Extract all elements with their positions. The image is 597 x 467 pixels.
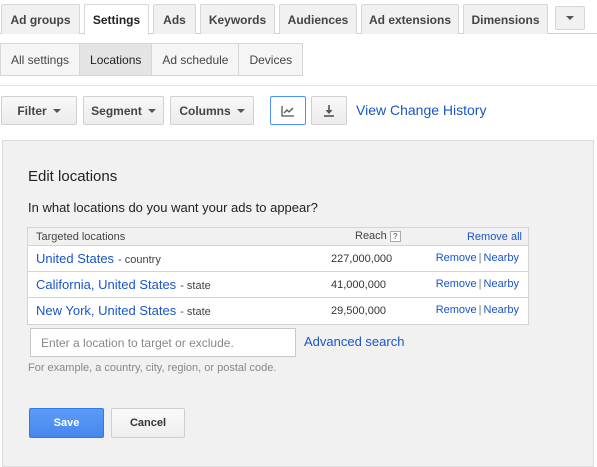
- segment-label: Segment: [91, 103, 142, 118]
- tab-ad-extensions[interactable]: Ad extensions: [361, 4, 459, 34]
- location-search-input[interactable]: [30, 328, 296, 357]
- nearby-link[interactable]: Nearby: [484, 252, 519, 264]
- targeted-locations-header: Targeted locations: [36, 231, 126, 243]
- location-type: - country: [118, 254, 161, 266]
- separator: |: [478, 252, 482, 264]
- settings-subtab-bar: All settings Locations Ad schedule Devic…: [0, 43, 304, 76]
- row-actions: Remove | Nearby: [436, 252, 519, 264]
- reach-header-label: Reach: [355, 230, 387, 242]
- table-row: New York, United States - state 29,500,00…: [28, 298, 528, 324]
- location-type: - state: [180, 306, 211, 318]
- tab-ads[interactable]: Ads: [153, 4, 196, 34]
- segment-button[interactable]: Segment: [83, 96, 164, 125]
- table-row: California, United States - state 41,000,…: [28, 272, 528, 298]
- toggle-graph-button[interactable]: [270, 96, 306, 125]
- advanced-search-link[interactable]: Advanced search: [304, 334, 404, 349]
- tab-settings[interactable]: Settings: [84, 4, 149, 35]
- reach-value: 41,000,000: [331, 279, 387, 291]
- more-tabs-dropdown[interactable]: [555, 6, 585, 30]
- separator: |: [478, 278, 482, 290]
- columns-button[interactable]: Columns: [170, 96, 254, 125]
- nearby-link[interactable]: Nearby: [484, 304, 519, 316]
- location-link[interactable]: California, United States: [36, 277, 176, 292]
- top-tab-bar: Ad groups Settings Ads Keywords Audience…: [0, 0, 597, 35]
- reach-value: 29,500,000: [331, 305, 387, 317]
- divider: [0, 85, 597, 86]
- location-type: - state: [180, 280, 211, 292]
- chevron-down-icon: [566, 16, 574, 20]
- filter-label: Filter: [17, 103, 47, 118]
- chevron-down-icon: [147, 108, 156, 113]
- subtab-all-settings[interactable]: All settings: [0, 43, 81, 76]
- chevron-down-icon: [236, 108, 245, 113]
- remove-link[interactable]: Remove: [436, 252, 477, 264]
- cancel-button[interactable]: Cancel: [111, 408, 185, 438]
- subtab-devices[interactable]: Devices: [238, 43, 304, 76]
- targeted-locations-table: Targeted locations Reach ? Remove all Un…: [27, 227, 529, 325]
- tab-dimensions[interactable]: Dimensions: [463, 4, 548, 34]
- download-button[interactable]: [311, 96, 347, 125]
- separator: |: [478, 304, 482, 316]
- row-actions: Remove | Nearby: [436, 278, 519, 290]
- locations-question: In what locations do you want your ads t…: [28, 200, 318, 215]
- reach-header: Reach ?: [355, 230, 401, 242]
- location-link[interactable]: New York, United States: [36, 303, 176, 318]
- table-header: Targeted locations Reach ? Remove all: [28, 228, 528, 246]
- nearby-link[interactable]: Nearby: [484, 278, 519, 290]
- view-change-history-link[interactable]: View Change History: [356, 102, 486, 118]
- location-name-cell: United States - country: [36, 251, 161, 266]
- location-name-cell: New York, United States - state: [36, 303, 211, 318]
- subtab-locations[interactable]: Locations: [79, 43, 153, 76]
- tab-audiences[interactable]: Audiences: [279, 4, 357, 34]
- remove-all-link[interactable]: Remove all: [467, 231, 522, 243]
- location-name-cell: California, United States - state: [36, 277, 211, 292]
- line-chart-icon: [281, 105, 294, 117]
- tab-ad-groups[interactable]: Ad groups: [1, 4, 80, 34]
- location-link[interactable]: United States: [36, 251, 114, 266]
- location-hint: For example, a country, city, region, or…: [28, 362, 277, 374]
- edit-locations-panel: Edit locations In what locations do you …: [2, 140, 594, 467]
- reach-value: 227,000,000: [331, 253, 393, 265]
- chevron-down-icon: [52, 108, 61, 113]
- remove-link[interactable]: Remove: [436, 304, 477, 316]
- save-button[interactable]: Save: [29, 408, 104, 438]
- tab-keywords[interactable]: Keywords: [200, 4, 275, 34]
- subtab-ad-schedule[interactable]: Ad schedule: [151, 43, 240, 76]
- row-actions: Remove | Nearby: [436, 304, 519, 316]
- filter-button[interactable]: Filter: [1, 96, 77, 125]
- columns-label: Columns: [179, 103, 231, 118]
- table-row: United States - country 227,000,000 Remov…: [28, 246, 528, 272]
- panel-title: Edit locations: [28, 168, 118, 185]
- help-icon[interactable]: ?: [389, 230, 401, 242]
- remove-link[interactable]: Remove: [436, 278, 477, 290]
- download-icon: [324, 105, 334, 117]
